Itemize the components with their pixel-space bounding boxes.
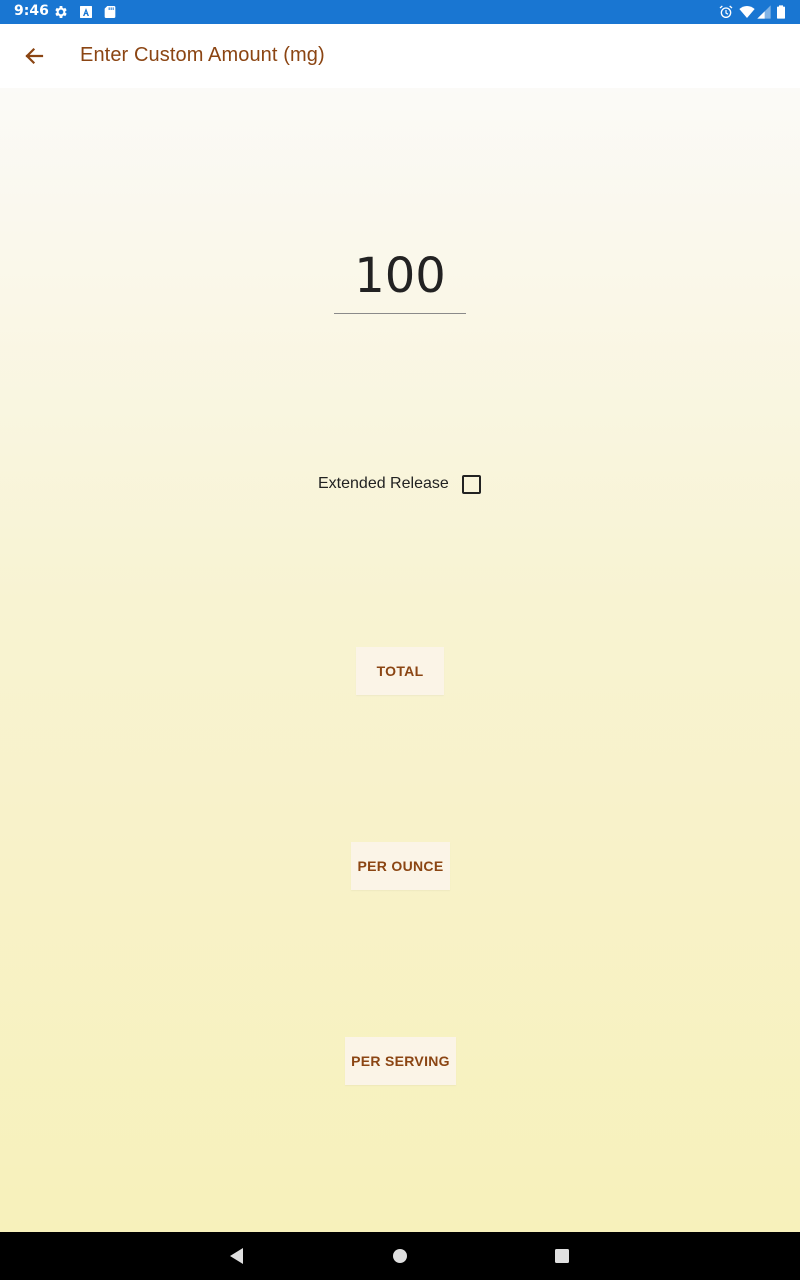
extended-release-checkbox[interactable] <box>461 474 481 494</box>
status-time: 9:46 <box>14 3 49 19</box>
page-title: Enter Custom Amount (mg) <box>80 44 325 66</box>
amount-input[interactable] <box>334 240 466 312</box>
per-serving-button[interactable]: PER SERVING <box>345 1037 456 1085</box>
battery-icon <box>773 4 789 20</box>
nav-back-button[interactable] <box>225 1244 249 1268</box>
signal-icon <box>756 4 772 20</box>
nav-recents-icon <box>555 1249 569 1263</box>
total-button[interactable]: TOTAL <box>356 647 444 695</box>
wifi-icon <box>739 4 755 20</box>
amount-field-container <box>334 240 466 314</box>
nav-home-button[interactable] <box>388 1244 412 1268</box>
nav-recents-button[interactable] <box>550 1244 574 1268</box>
screen: 9:46 Enter Custom Amount (mg) 100 Extend… <box>0 0 800 1280</box>
extended-release-row: Extended Release <box>318 472 481 496</box>
nav-home-icon <box>393 1249 407 1263</box>
app-bar: Enter Custom Amount (mg) <box>0 24 800 88</box>
status-bar: 9:46 <box>0 0 800 24</box>
sd-card-icon <box>102 4 118 20</box>
navigation-bar <box>0 1232 800 1280</box>
extended-release-label: Extended Release <box>318 475 449 492</box>
content-area: Extended Release TOTAL PER OUNCE PER SER… <box>0 88 800 1232</box>
per-ounce-button[interactable]: PER OUNCE <box>351 842 450 890</box>
nav-back-icon <box>230 1248 243 1264</box>
back-button[interactable] <box>14 36 54 76</box>
font-icon <box>78 4 94 20</box>
alarm-icon <box>718 4 734 20</box>
arrow-back-icon <box>25 47 44 65</box>
settings-icon <box>53 4 69 20</box>
